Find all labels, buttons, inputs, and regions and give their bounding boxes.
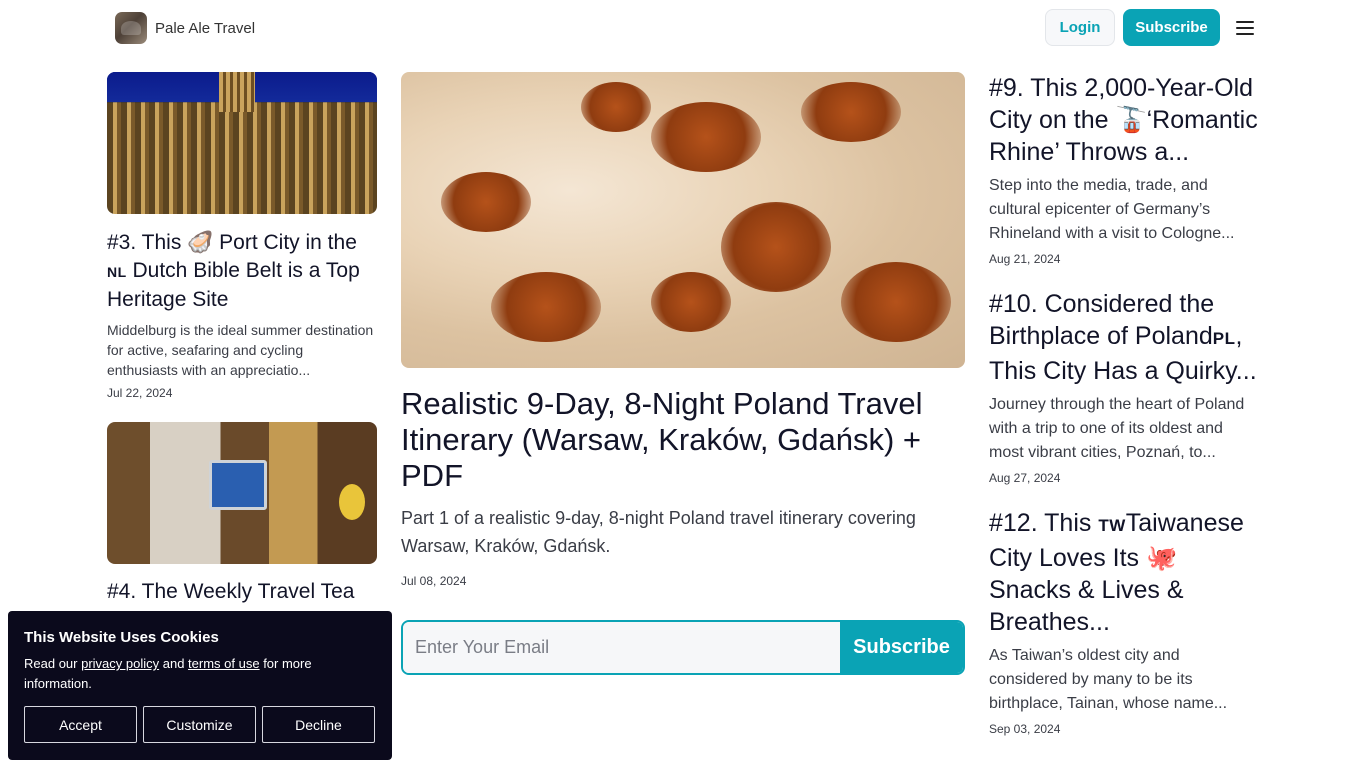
site-header: Pale Ale Travel Login Subscribe [0,0,1366,56]
featured-article-excerpt: Part 1 of a realistic 9-day, 8-night Pol… [401,508,916,556]
header-nav: Login Subscribe [1045,9,1258,46]
article-card-middelburg[interactable]: #3. This 🦪 Port City in the NL Dutch Bib… [107,72,377,400]
login-button[interactable]: Login [1045,9,1115,46]
article-date: Sep 03, 2024 [989,722,1061,736]
featured-article-title[interactable]: Realistic 9-Day, 8-Night Poland Travel I… [401,386,965,494]
newsletter-form: Subscribe [401,620,965,675]
featured-column: Realistic 9-Day, 8-Night Poland Travel I… [401,72,965,675]
tw-flag-icon: TW [1098,516,1126,535]
article-excerpt: As Taiwan’s oldest city and considered b… [989,647,1228,712]
article-card-tainan[interactable]: #12. This TWTaiwanese City Loves Its 🐙 S… [989,507,1261,736]
featured-image-pierogi[interactable] [401,72,965,368]
article-card-cologne[interactable]: #9. This 2,000-Year-Old City on the 🚡‘Ro… [989,72,1261,266]
article-excerpt: Journey through the heart of Poland with… [989,396,1245,461]
newsletter-subscribe-button[interactable]: Subscribe [840,622,963,673]
cookie-decline-button[interactable]: Decline [262,706,375,743]
privacy-policy-link[interactable]: privacy policy [81,656,159,671]
article-card-poznan[interactable]: #10. Considered the Birthplace of Poland… [989,288,1261,485]
left-column: #3. This 🦪 Port City in the NL Dutch Bib… [107,72,377,606]
article-date: Aug 21, 2024 [989,252,1061,266]
right-column: #9. This 2,000-Year-Old City on the 🚡‘Ro… [989,72,1261,736]
cookie-banner-text: Read our privacy policy and terms of use… [24,656,312,691]
article-title[interactable]: #4. The Weekly Travel Tea [107,578,377,606]
article-excerpt: Step into the media, trade, and cultural… [989,177,1235,242]
octopus-emoji-icon: 🐙 [1146,544,1178,572]
article-title[interactable]: #9. This 2,000-Year-Old City on the 🚡‘Ro… [989,72,1261,168]
terms-of-use-link[interactable]: terms of use [188,656,260,671]
article-card-weekly-tea[interactable]: #4. The Weekly Travel Tea [107,422,377,606]
cookie-accept-button[interactable]: Accept [24,706,137,743]
cookie-banner: This Website Uses Cookies Read our priva… [8,611,392,760]
article-title[interactable]: #10. Considered the Birthplace of Poland… [989,288,1261,387]
article-excerpt: Middelburg is the ideal summer destinati… [107,322,374,378]
email-input[interactable] [403,622,840,673]
brand[interactable]: Pale Ale Travel [115,12,255,44]
article-title[interactable]: #3. This 🦪 Port City in the NL Dutch Bib… [107,229,377,314]
brand-name[interactable]: Pale Ale Travel [155,20,255,37]
featured-article-date: Jul 08, 2024 [401,574,467,588]
cable-car-emoji-icon: 🚡 [1115,106,1147,134]
cookie-banner-title: This Website Uses Cookies [24,629,219,646]
nl-flag-icon: NL [107,264,127,280]
article-date: Aug 27, 2024 [989,471,1061,485]
header-subscribe-button[interactable]: Subscribe [1123,9,1220,46]
pl-flag-icon: PL [1212,329,1236,348]
hamburger-menu-icon[interactable] [1232,15,1258,41]
article-title[interactable]: #12. This TWTaiwanese City Loves Its 🐙 S… [989,507,1261,638]
article-thumbnail-middelburg[interactable] [107,72,377,214]
cookie-customize-button[interactable]: Customize [143,706,256,743]
brand-logo[interactable] [115,12,147,44]
cookie-button-row: Accept Customize Decline [24,706,375,743]
oyster-emoji-icon: 🦪 [187,231,214,254]
article-date: Jul 22, 2024 [107,386,173,400]
article-thumbnail-weekly-tea[interactable] [107,422,377,564]
